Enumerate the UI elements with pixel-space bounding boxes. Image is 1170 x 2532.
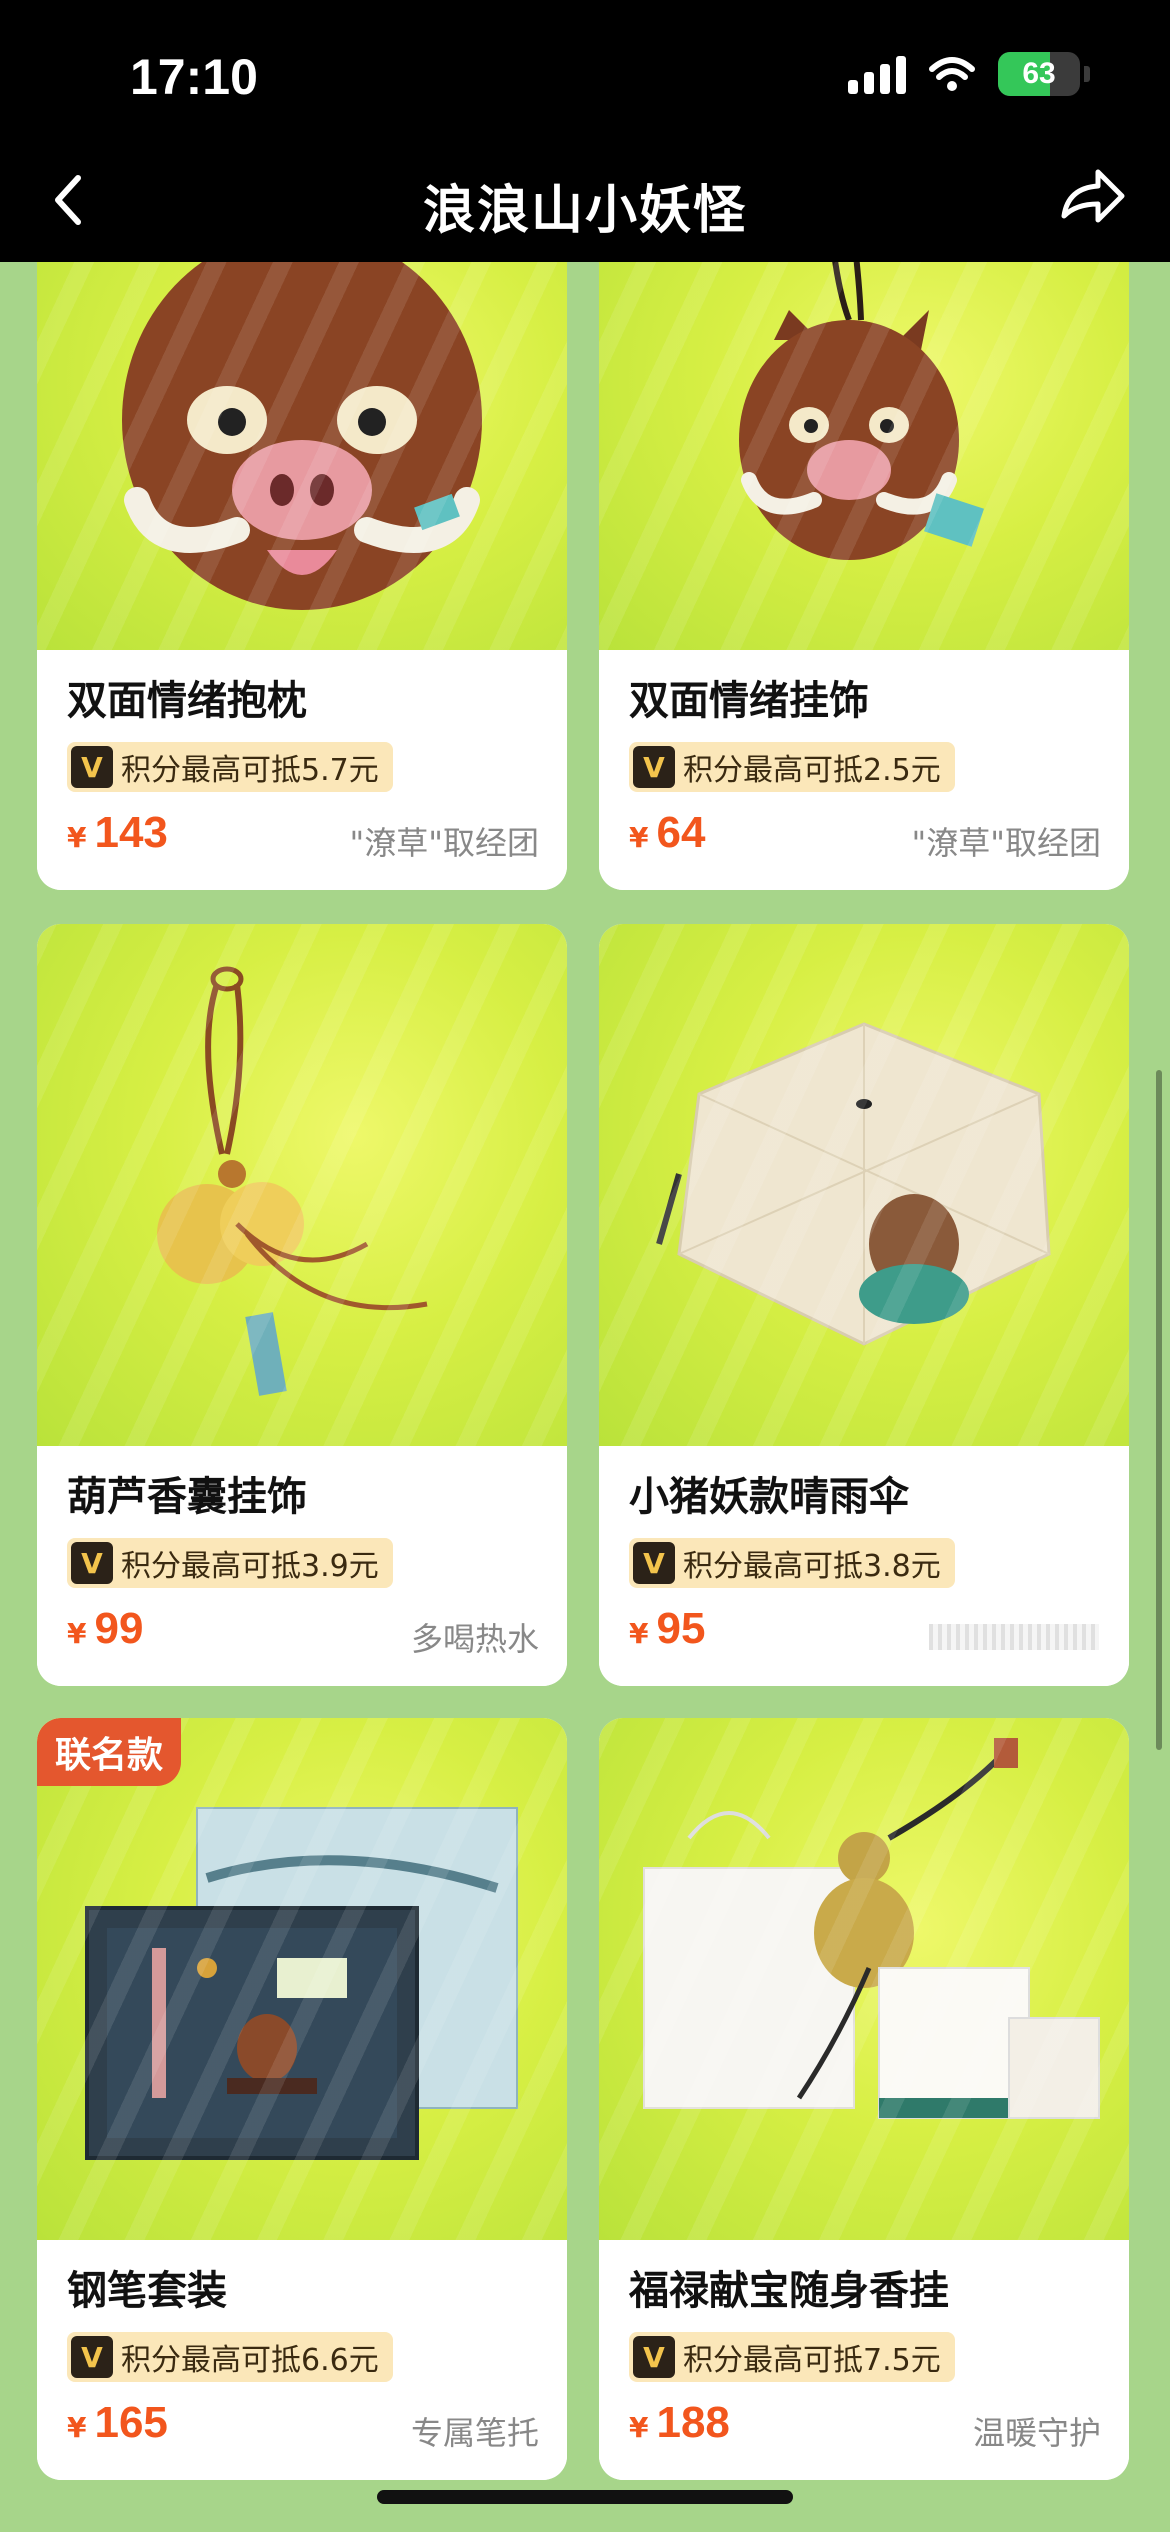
product-image[interactable] — [37, 1718, 567, 2246]
blurred-tagline — [929, 1624, 1099, 1650]
share-arrow-icon[interactable] — [1058, 166, 1128, 226]
product-card[interactable]: 小猪妖款晴雨伞 V 积分最高可抵3.8元 ¥ 95 — [599, 924, 1129, 1686]
v-member-icon: V — [71, 2336, 113, 2378]
product-name: 钢笔套装 — [67, 2268, 227, 2314]
points-deduction-badge: V 积分最高可抵7.5元 — [629, 2332, 955, 2382]
v-member-icon: V — [633, 1542, 675, 1584]
page-title: 浪浪山小妖怪 — [422, 181, 747, 241]
points-deduction-badge: V 积分最高可抵6.6元 — [67, 2332, 393, 2382]
points-deduction-badge: V 积分最高可抵3.8元 — [629, 1538, 955, 1588]
product-name: 双面情绪抱枕 — [67, 678, 307, 724]
product-card[interactable]: 葫芦香囊挂饰 V 积分最高可抵3.9元 ¥ 99 多喝热水 — [37, 924, 567, 1686]
scrollbar[interactable] — [1156, 1070, 1162, 1750]
product-tagline: 温暖守护 — [972, 2414, 1101, 2452]
product-image[interactable] — [37, 924, 567, 1452]
product-price: ¥ 99 — [67, 1604, 144, 1653]
wifi-icon — [928, 55, 976, 93]
v-member-icon: V — [633, 2336, 675, 2378]
status-icons: 63 — [848, 52, 1090, 96]
cellular-signal-icon — [848, 54, 906, 94]
product-card[interactable]: 联名款 钢笔套装 V 积分最高可抵6.6元 ¥ 165 专属笔托 — [37, 1718, 567, 2480]
product-name: 福禄献宝随身香挂 — [629, 2268, 949, 2314]
status-time: 17:10 — [130, 49, 258, 105]
v-member-icon: V — [71, 1542, 113, 1584]
product-name: 小猪妖款晴雨伞 — [629, 1474, 909, 1520]
v-member-icon: V — [71, 746, 113, 788]
product-image[interactable] — [599, 200, 1129, 652]
product-price: ¥ 95 — [629, 1604, 706, 1653]
battery-percent: 63 — [1022, 57, 1056, 90]
product-image[interactable] — [599, 1718, 1129, 2246]
product-tagline: 专属笔托 — [410, 2414, 539, 2452]
product-tagline: "潦草"取经团 — [349, 824, 539, 862]
home-indicator[interactable] — [377, 2490, 793, 2504]
battery-icon: 63 — [998, 52, 1080, 96]
product-card[interactable]: 福禄献宝随身香挂 V 积分最高可抵7.5元 ¥ 188 温暖守护 — [599, 1718, 1129, 2480]
points-deduction-badge: V 积分最高可抵3.9元 — [67, 1538, 393, 1588]
v-member-icon: V — [633, 746, 675, 788]
product-tagline: 多喝热水 — [410, 1620, 539, 1658]
product-price: ¥ 188 — [629, 2398, 730, 2447]
header: 17:10 63 浪浪山小妖怪 — [0, 0, 1170, 262]
product-price: ¥ 64 — [629, 808, 706, 857]
product-name: 双面情绪挂饰 — [629, 678, 869, 724]
product-card[interactable]: 双面情绪挂饰 V 积分最高可抵2.5元 ¥ 64 "潦草"取经团 — [599, 200, 1129, 890]
product-price: ¥ 143 — [67, 808, 168, 857]
product-image[interactable] — [599, 924, 1129, 1452]
points-deduction-badge: V 积分最高可抵5.7元 — [67, 742, 393, 792]
product-name: 葫芦香囊挂饰 — [67, 1474, 307, 1520]
product-tagline: "潦草"取经团 — [911, 824, 1101, 862]
points-deduction-badge: V 积分最高可抵2.5元 — [629, 742, 955, 792]
collab-badge: 联名款 — [37, 1718, 182, 1786]
product-grid: 双面情绪抱枕 V 积分最高可抵5.7元 ¥ 143 "潦草"取经团 双面情绪挂饰… — [0, 0, 1170, 2532]
product-price: ¥ 165 — [67, 2398, 168, 2447]
product-card[interactable]: 双面情绪抱枕 V 积分最高可抵5.7元 ¥ 143 "潦草"取经团 — [37, 200, 567, 890]
product-image[interactable] — [37, 200, 567, 652]
